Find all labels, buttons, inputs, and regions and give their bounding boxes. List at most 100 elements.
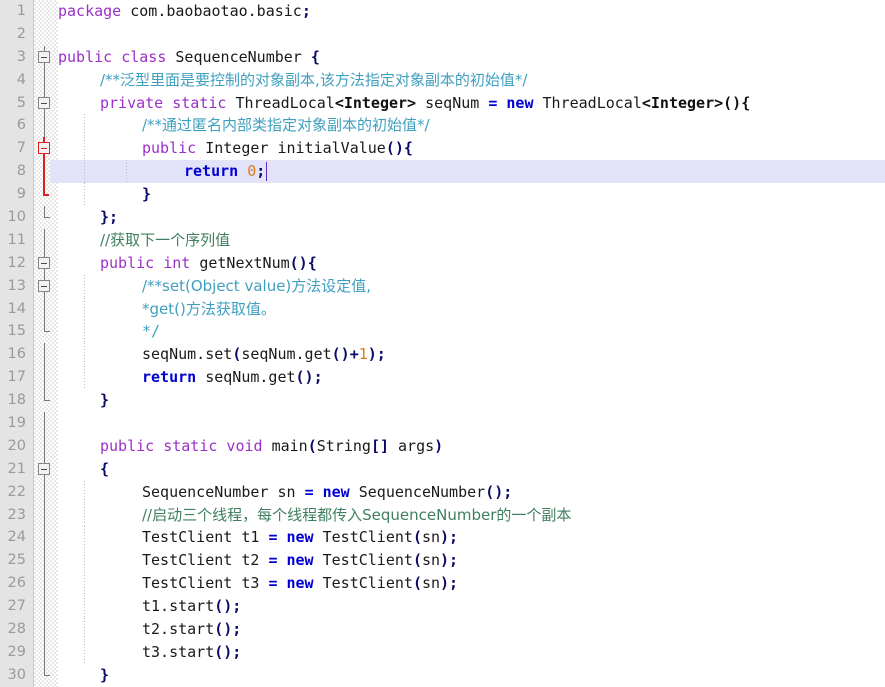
fold-collapse-toggle[interactable] <box>38 462 50 475</box>
code-token: ( <box>307 436 317 455</box>
code-line[interactable]: 8 return 0; <box>0 160 885 184</box>
code-token: = new <box>268 528 323 547</box>
fold-spine <box>44 412 45 435</box>
code-text[interactable]: public class SequenceNumber { <box>58 46 320 69</box>
code-text[interactable]: } <box>100 389 109 412</box>
code-line[interactable]: 20 public static void main(String[] args) <box>0 434 885 458</box>
code-line[interactable]: 4 /**泛型里面是要控制的对象副本,该方法指定对象副本的初始值*/ <box>0 68 885 92</box>
fold-collapse-toggle[interactable] <box>38 279 50 292</box>
code-text[interactable]: t3.start(); <box>142 641 241 664</box>
fold-spine <box>44 434 45 458</box>
code-line[interactable]: 12 public int getNextNum(){ <box>0 251 885 275</box>
code-editor[interactable]: 1 package com.baobaotao.basic; 2 3 public cl… <box>0 0 885 687</box>
code-text[interactable]: //获取下一个序列值 <box>100 229 230 252</box>
code-line[interactable]: 2 <box>0 23 885 46</box>
code-text[interactable]: TestClient t1 = new TestClient(sn); <box>142 526 458 549</box>
code-token: = new <box>488 93 543 112</box>
fold-collapse-toggle[interactable] <box>38 96 50 109</box>
code-line[interactable]: 24 TestClient t1 = new TestClient(sn); <box>0 526 885 550</box>
code-text[interactable]: public static void main(String[] args) <box>100 435 443 458</box>
code-line[interactable]: 25 TestClient t2 = new TestClient(sn); <box>0 549 885 573</box>
code-line[interactable]: 22 SequenceNumber sn = new SequenceNumber… <box>0 480 885 504</box>
fold-collapse-toggle[interactable] <box>38 142 50 155</box>
fold-collapse-toggle[interactable] <box>38 256 50 269</box>
code-line[interactable]: 29 t3.start(); <box>0 640 885 664</box>
code-line[interactable]: 21 { <box>0 457 885 481</box>
code-token: { <box>100 459 110 478</box>
code-text[interactable]: *get()方法获取值。 <box>142 298 276 321</box>
code-line[interactable]: 13 /**set(Object value)方法设定值, <box>0 274 885 298</box>
code-line[interactable]: 5 private static ThreadLocal<Integer> seq… <box>0 91 885 115</box>
code-lines[interactable]: 1 package com.baobaotao.basic; 2 3 public cl… <box>0 0 885 687</box>
code-line[interactable]: 19 <box>0 412 885 435</box>
code-token: }; <box>100 208 119 227</box>
code-token: = new <box>268 574 323 593</box>
line-number: 11 <box>7 231 26 248</box>
code-line[interactable]: 17 return seqNum.get(); <box>0 366 885 390</box>
code-text[interactable]: TestClient t2 = new TestClient(sn); <box>142 549 458 572</box>
code-token: package <box>58 2 131 20</box>
code-line[interactable]: 9} <box>0 183 885 207</box>
code-text[interactable]: return 0; <box>184 160 265 183</box>
line-number: 14 <box>7 300 26 317</box>
code-token: return <box>184 162 248 181</box>
fold-spine <box>44 366 45 390</box>
indent-guide <box>84 137 85 161</box>
fold-end-tick <box>44 674 50 676</box>
code-text[interactable]: } <box>100 664 109 687</box>
code-line[interactable]: 30} <box>0 663 885 687</box>
code-line[interactable]: 15 */ <box>0 320 885 344</box>
code-text[interactable]: /**通过匿名内部类指定对象副本的初始值*/ <box>142 114 430 137</box>
code-text[interactable]: public Integer initialValue(){ <box>142 137 413 160</box>
code-line[interactable]: 14 *get()方法获取值。 <box>0 297 885 321</box>
code-text[interactable]: t2.start(); <box>142 618 241 641</box>
code-line[interactable]: 6 /**通过匿名内部类指定对象副本的初始值*/ <box>0 114 885 138</box>
code-text[interactable]: }; <box>100 206 118 229</box>
code-token: /**泛型里面是要控制的对象副本,该方法指定对象副本的初始值*/ <box>100 70 528 89</box>
code-text[interactable]: /**泛型里面是要控制的对象副本,该方法指定对象副本的初始值*/ <box>100 69 527 92</box>
code-text[interactable]: public int getNextNum(){ <box>100 252 317 275</box>
code-line[interactable]: 11 //获取下一个序列值 <box>0 228 885 252</box>
line-number: 12 <box>7 254 26 271</box>
code-text[interactable]: return seqNum.get(); <box>142 366 323 389</box>
code-token: String <box>316 436 371 455</box>
line-number: 20 <box>7 437 26 454</box>
code-line[interactable]: 1 package com.baobaotao.basic; <box>0 0 885 23</box>
indent-guide <box>84 640 85 664</box>
code-text[interactable]: t1.start(); <box>142 595 241 618</box>
line-number: 6 <box>16 117 26 134</box>
indent-guide <box>84 549 85 573</box>
code-text[interactable]: SequenceNumber sn = new SequenceNumber()… <box>142 481 512 504</box>
code-line[interactable]: 3 public class SequenceNumber { <box>0 45 885 69</box>
code-text[interactable]: TestClient t3 = new TestClient(sn); <box>142 572 458 595</box>
code-token: (); <box>214 597 242 616</box>
indent-guide <box>84 480 85 504</box>
code-token: public static void <box>100 436 272 455</box>
code-token: TestClient t2 <box>142 551 269 570</box>
code-line[interactable]: 16 seqNum.set(seqNum.get()+1); <box>0 343 885 367</box>
code-text[interactable]: */ <box>142 320 160 343</box>
code-token: sn <box>421 574 441 593</box>
code-line[interactable]: 7 public Integer initialValue(){ <box>0 137 885 161</box>
indent-guide <box>84 526 85 550</box>
code-token: args <box>389 436 435 455</box>
indent-guide <box>84 160 85 184</box>
code-text[interactable]: package com.baobaotao.basic; <box>58 0 311 23</box>
code-line[interactable]: 27 t1.start(); <box>0 595 885 619</box>
indent-guide <box>84 297 85 321</box>
fold-spine <box>44 228 45 252</box>
code-line[interactable]: 23 //启动三个线程，每个线程都传入SequenceNumber的一个副本 <box>0 503 885 527</box>
code-token: [] <box>370 436 389 455</box>
code-text[interactable]: { <box>100 458 109 481</box>
code-line[interactable]: 26 TestClient t3 = new TestClient(sn); <box>0 572 885 596</box>
code-line[interactable]: 18} <box>0 389 885 412</box>
indent-guide <box>84 343 85 367</box>
code-text[interactable]: private static ThreadLocal<Integer> seqN… <box>100 92 750 115</box>
code-text[interactable]: } <box>142 183 151 206</box>
code-line[interactable]: 10}; <box>0 206 885 229</box>
code-text[interactable]: /**set(Object value)方法设定值, <box>142 275 371 298</box>
code-text[interactable]: seqNum.set(seqNum.get()+1); <box>142 343 386 366</box>
code-text[interactable]: //启动三个线程，每个线程都传入SequenceNumber的一个副本 <box>142 504 571 527</box>
fold-collapse-toggle[interactable] <box>38 50 50 63</box>
code-line[interactable]: 28 t2.start(); <box>0 618 885 641</box>
